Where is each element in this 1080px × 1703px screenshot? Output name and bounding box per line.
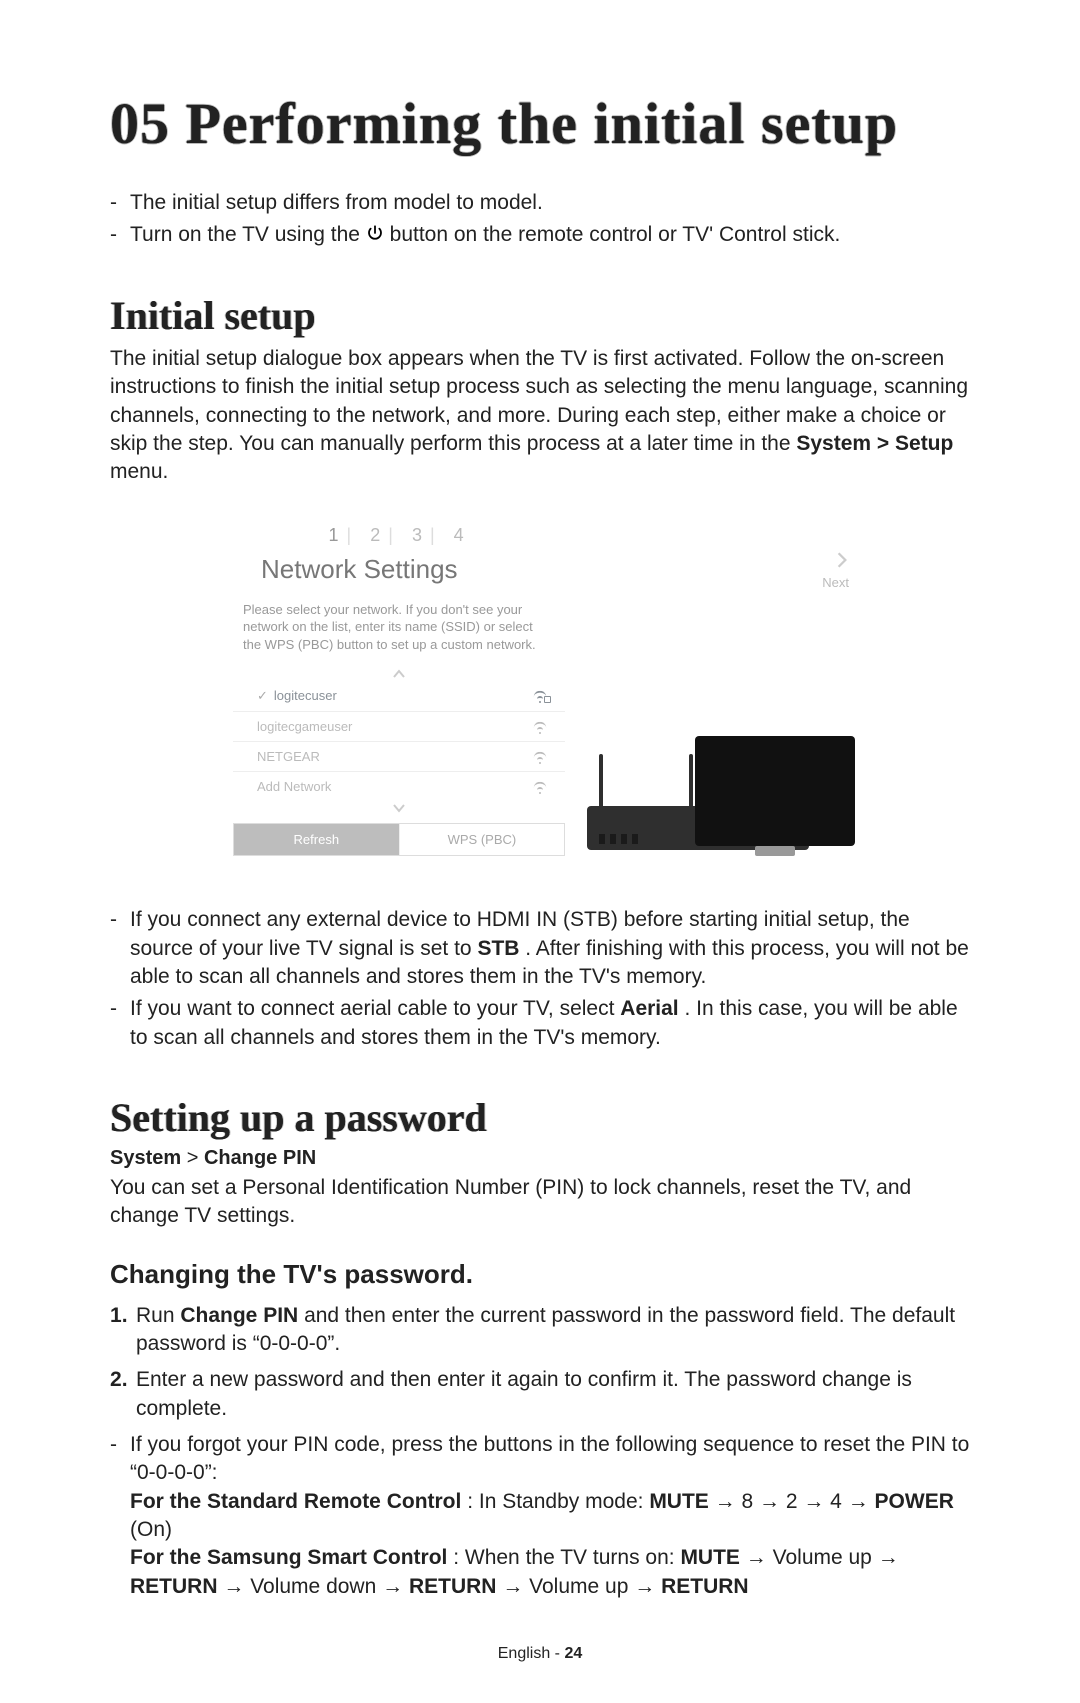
wizard-step: 3 xyxy=(412,525,428,545)
list-item: Run Change PIN and then enter the curren… xyxy=(110,1298,970,1363)
network-item[interactable]: NETGEAR xyxy=(233,741,565,771)
network-list: ✓ logitecuser logitecgameuser NETGEAR Add… xyxy=(233,681,565,801)
power-icon xyxy=(366,222,384,250)
bold-term: Aerial xyxy=(620,997,678,1020)
key-name: RETURN xyxy=(409,1575,497,1598)
page-footer: English - 24 xyxy=(0,1645,1080,1663)
wifi-icon xyxy=(533,721,547,733)
remote-type-label: For the Samsung Smart Control xyxy=(130,1546,447,1569)
list-item: If you connect any external device to HD… xyxy=(110,904,970,993)
remote-type-label: For the Standard Remote Control xyxy=(130,1490,461,1513)
text: (On) xyxy=(130,1518,172,1541)
breadcrumb: System > Change PIN xyxy=(110,1147,970,1170)
footer-language: English xyxy=(498,1645,550,1662)
arrow: → xyxy=(382,1575,409,1598)
forgot-pin-note: If you forgot your PIN code, press the b… xyxy=(110,1429,970,1603)
key-name: MUTE xyxy=(680,1546,740,1569)
text: : In Standby mode: xyxy=(467,1490,649,1513)
text: menu. xyxy=(110,460,168,483)
menu-path: System > Setup xyxy=(796,432,953,455)
breadcrumb-item: System xyxy=(110,1147,181,1169)
network-item[interactable]: Add Network xyxy=(233,771,565,801)
network-item[interactable]: ✓ logitecuser xyxy=(233,681,565,711)
arrow: → xyxy=(502,1575,529,1598)
password-paragraph: You can set a Personal Identification Nu… xyxy=(110,1174,970,1231)
refresh-button[interactable]: Refresh xyxy=(234,824,399,855)
wizard-step: 1 xyxy=(329,525,345,545)
list-item: If you want to connect aerial cable to y… xyxy=(110,993,970,1054)
key-name: MUTE xyxy=(649,1490,709,1513)
text: Run xyxy=(136,1304,180,1327)
next-label: Next xyxy=(577,575,849,590)
text: If you forgot your PIN code, press the b… xyxy=(130,1433,969,1484)
password-heading: Setting up a password xyxy=(110,1094,970,1141)
key-name: Volume up xyxy=(529,1575,628,1598)
key-name: Volume down xyxy=(250,1575,376,1598)
wizard-step: 2 xyxy=(370,525,386,545)
tv-illustration xyxy=(695,706,855,856)
arrow: → xyxy=(746,1546,773,1569)
key-name: RETURN xyxy=(130,1575,218,1598)
bold-term: Change PIN xyxy=(180,1304,298,1327)
text: : When the TV turns on: xyxy=(453,1546,680,1569)
network-name: Add Network xyxy=(257,779,331,794)
dialog-button-row: Refresh WPS (PBC) xyxy=(233,823,565,856)
network-name: logitecgameuser xyxy=(257,719,352,734)
intro-bullet: Turn on the TV using the button on the r… xyxy=(110,219,970,252)
changing-password-steps: Run Change PIN and then enter the curren… xyxy=(110,1298,970,1427)
chapter-title: 05 Performing the initial setup xyxy=(110,90,970,157)
scroll-up-icon[interactable] xyxy=(233,667,565,681)
network-name: NETGEAR xyxy=(257,749,320,764)
wifi-icon xyxy=(533,781,547,793)
wifi-locked-icon xyxy=(533,690,547,702)
page-number: 24 xyxy=(564,1645,582,1662)
dialog-description: Please select your network. If you don't… xyxy=(233,601,565,654)
key-name: Volume up xyxy=(773,1546,872,1569)
arrow: → xyxy=(878,1546,899,1569)
scroll-down-icon[interactable] xyxy=(233,801,565,815)
router-illustration xyxy=(577,736,849,856)
wifi-icon xyxy=(533,751,547,763)
text: If you want to connect aerial cable to y… xyxy=(130,997,620,1020)
breadcrumb-separator: > xyxy=(187,1147,204,1169)
chevron-right-icon xyxy=(577,551,849,575)
wizard-step-indicator: 1| 2| 3| 4 xyxy=(233,525,565,546)
list-item: Enter a new password and then enter it a… xyxy=(110,1362,970,1427)
key-name: RETURN xyxy=(661,1575,749,1598)
check-icon: ✓ xyxy=(257,688,268,703)
arrow: → xyxy=(634,1575,661,1598)
changing-password-heading: Changing the TV's password. xyxy=(110,1259,970,1290)
network-name: logitecuser xyxy=(274,688,337,703)
key-name: POWER xyxy=(875,1490,954,1513)
network-settings-figure: 1| 2| 3| 4 Network Settings Please selec… xyxy=(205,505,875,877)
intro-bullet-text: button on the remote control or TV' Cont… xyxy=(390,223,841,246)
wizard-step: 4 xyxy=(454,525,470,545)
breadcrumb-item: Change PIN xyxy=(204,1147,316,1169)
arrow: → xyxy=(223,1575,250,1598)
intro-bullet-text: Turn on the TV using the xyxy=(130,223,366,246)
dialog-title: Network Settings xyxy=(261,554,565,585)
network-item[interactable]: logitecgameuser xyxy=(233,711,565,741)
post-figure-bullets: If you connect any external device to HD… xyxy=(110,904,970,1054)
bold-term: STB xyxy=(477,937,519,960)
initial-setup-heading: Initial setup xyxy=(110,292,970,339)
intro-bullet-list: The initial setup differs from model to … xyxy=(110,187,970,252)
list-item: If you forgot your PIN code, press the b… xyxy=(110,1429,970,1603)
initial-setup-paragraph: The initial setup dialogue box appears w… xyxy=(110,345,970,487)
text: → 8 → 2 → 4 → xyxy=(715,1490,875,1513)
wps-button[interactable]: WPS (PBC) xyxy=(399,824,565,855)
intro-bullet: The initial setup differs from model to … xyxy=(110,187,970,219)
footer-sep: - xyxy=(550,1645,564,1662)
next-button[interactable]: Next xyxy=(577,551,849,590)
